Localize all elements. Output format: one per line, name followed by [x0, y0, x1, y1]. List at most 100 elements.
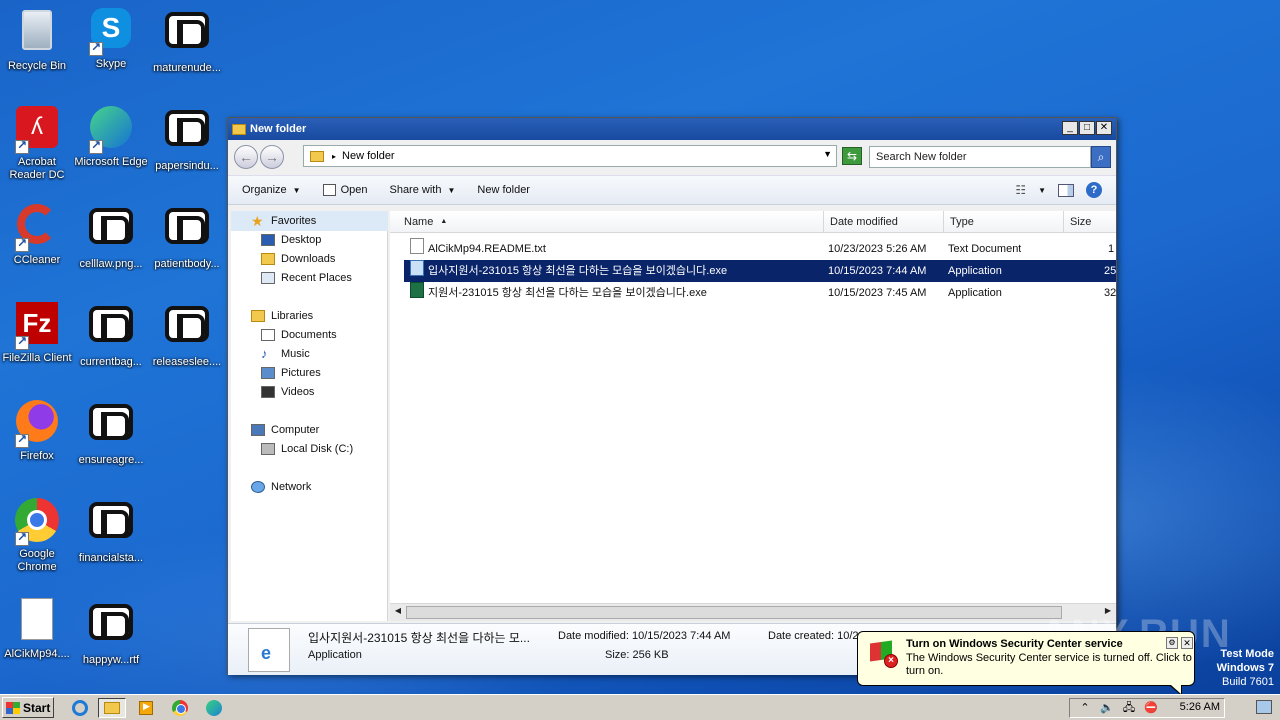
- desktop-icon-acrobat[interactable]: ʎ Acrobat Reader DC: [0, 104, 74, 182]
- chevron-down-icon[interactable]: ▼: [1038, 186, 1046, 195]
- desktop-icon-ccleaner[interactable]: CCleaner: [0, 202, 74, 267]
- desktop-icon-label: Microsoft Edge: [74, 156, 148, 168]
- file-row[interactable]: AlCikMp94.README.txt 10/23/2023 5:26 AM …: [404, 238, 1116, 260]
- search-icon[interactable]: ⌕: [1091, 146, 1111, 168]
- nav-recent-places[interactable]: Recent Places: [261, 272, 352, 284]
- address-bar[interactable]: ▸ New folder ▼: [303, 145, 837, 167]
- close-button[interactable]: ✕: [1096, 121, 1112, 135]
- desktop-icon-happyw[interactable]: happyw...rtf: [74, 598, 148, 667]
- file-row[interactable]: 지원서-231015 항상 최선을 다하는 모습을 보이겠습니다.exe 10/…: [404, 282, 1116, 304]
- back-button[interactable]: ←: [234, 145, 258, 169]
- clock[interactable]: 5:26 AM: [1180, 701, 1220, 713]
- desktop-icon-currentbag[interactable]: currentbag...: [74, 300, 148, 369]
- taskbar-chrome[interactable]: [166, 698, 194, 718]
- chevron-down-icon[interactable]: ▼: [823, 149, 832, 159]
- desktop-icon-edge[interactable]: Microsoft Edge: [74, 104, 148, 169]
- new-folder-label: New folder: [477, 184, 530, 196]
- desktop-icon-skype[interactable]: S Skype: [74, 6, 148, 71]
- desktop-icon-firefox[interactable]: Firefox: [0, 398, 74, 463]
- nav-label: Videos: [281, 386, 315, 398]
- nav-videos[interactable]: Videos: [261, 386, 314, 398]
- desktop-icon-alcikmp94[interactable]: AlCikMp94....: [0, 598, 74, 661]
- column-header-size[interactable]: Size: [1064, 211, 1116, 233]
- column-label: Type: [950, 216, 974, 228]
- file-row-selected[interactable]: 입사지원서-231015 항상 최선을 다하는 모습을 보이겠습니다.exe 1…: [404, 260, 1116, 282]
- nav-label: Documents: [281, 329, 337, 341]
- desktop-icon-maturenude[interactable]: maturenude...: [150, 6, 224, 75]
- desktop-icon-label: maturenude...: [153, 62, 221, 74]
- desktop-icon-ensureagre[interactable]: ensureagre...: [74, 398, 148, 467]
- explorer-window[interactable]: New folder _ □ ✕ ← → ▸ New folder ▼ ⇆ Se…: [227, 117, 1117, 675]
- show-hidden-icons-icon[interactable]: ⌃: [1078, 701, 1092, 715]
- media-player-icon: [139, 701, 153, 715]
- desktop-icon-chrome[interactable]: Google Chrome: [0, 496, 74, 574]
- view-options-icon[interactable]: ☷: [1015, 183, 1026, 197]
- desktop-icon-celllaw[interactable]: celllaw.png...: [74, 202, 148, 271]
- nav-label: Computer: [271, 424, 320, 436]
- taskbar-ie[interactable]: [66, 698, 94, 718]
- forward-button[interactable]: →: [260, 145, 284, 169]
- notification-title: Turn on Windows Security Center service: [906, 638, 1123, 650]
- desktop-icon-label: happyw...rtf: [82, 654, 140, 666]
- refresh-button[interactable]: ⇆: [842, 147, 862, 165]
- desktop-icon-papersindu[interactable]: papersindu...: [150, 104, 224, 173]
- start-button[interactable]: Start: [2, 697, 54, 718]
- file-size: 1: [1108, 243, 1115, 255]
- show-desktop-icon[interactable]: [1256, 700, 1272, 714]
- organize-button[interactable]: Organize ▼: [242, 184, 301, 196]
- column-header-name[interactable]: Name ▲: [390, 211, 824, 233]
- nav-desktop[interactable]: Desktop: [261, 234, 321, 246]
- nav-downloads[interactable]: Downloads: [261, 253, 335, 265]
- libraries-icon: [251, 310, 265, 322]
- taskbar-explorer[interactable]: [98, 698, 126, 718]
- security-alert-icon[interactable]: ⛔: [1144, 701, 1158, 715]
- column-header-type[interactable]: Type: [944, 211, 1064, 233]
- share-with-button[interactable]: Share with ▼: [389, 184, 455, 196]
- nav-computer[interactable]: Computer: [251, 424, 319, 436]
- chrome-icon: [13, 498, 61, 546]
- column-header-date-modified[interactable]: Date modified: [824, 211, 944, 233]
- notification-close-button[interactable]: ✕: [1181, 637, 1193, 649]
- desktop-icon-filezilla[interactable]: Fz FileZilla Client: [0, 300, 74, 365]
- network-tray-icon[interactable]: 🖧: [1122, 701, 1136, 715]
- search-input[interactable]: Search New folder: [869, 146, 1091, 168]
- desktop-icon-recycle-bin[interactable]: Recycle Bin: [0, 6, 74, 73]
- recycle-bin-icon: [13, 10, 61, 58]
- downloads-icon: [261, 253, 275, 265]
- taskbar-edge[interactable]: [200, 698, 228, 718]
- nav-local-disk[interactable]: Local Disk (C:): [261, 443, 353, 455]
- nav-libraries[interactable]: Libraries: [251, 310, 313, 322]
- details-file-type: Application: [308, 649, 362, 661]
- nav-network[interactable]: Network: [251, 481, 311, 493]
- desktop-icon-releaseslee[interactable]: releaseslee....: [150, 300, 224, 369]
- desktop-icon-financialsta[interactable]: financialsta...: [74, 496, 148, 565]
- desktop-icon-patientbody[interactable]: patientbody...: [150, 202, 224, 271]
- folder-icon: [232, 123, 246, 135]
- nav-documents[interactable]: Documents: [261, 329, 337, 341]
- horizontal-scrollbar[interactable]: ◀ ▶: [390, 603, 1116, 621]
- open-button[interactable]: Open: [322, 184, 367, 196]
- command-bar: Organize ▼ Open Share with ▼ New folder …: [228, 175, 1116, 205]
- text-file-icon: [410, 238, 424, 254]
- navigation-pane: ★ Favorites Desktop Downloads Recent Pla…: [231, 211, 388, 621]
- desktop-icon-label: currentbag...: [80, 356, 142, 368]
- minimize-button[interactable]: _: [1062, 121, 1078, 135]
- scrollbar-thumb[interactable]: [406, 606, 1062, 619]
- scroll-left-icon[interactable]: ◀: [392, 606, 404, 615]
- application-icon: [410, 260, 424, 276]
- test-mode-label: Test Mode Windows 7 Build 7601: [1217, 647, 1274, 689]
- security-flag-icon: ×: [870, 640, 898, 668]
- help-icon[interactable]: ?: [1086, 182, 1102, 198]
- nav-favorites[interactable]: ★ Favorites: [251, 214, 316, 228]
- nav-pictures[interactable]: Pictures: [261, 367, 321, 379]
- taskbar-media-player[interactable]: [132, 698, 160, 718]
- security-center-notification[interactable]: × Turn on Windows Security Center servic…: [857, 631, 1195, 696]
- maximize-button[interactable]: □: [1079, 121, 1095, 135]
- nav-music[interactable]: ♪ Music: [261, 347, 310, 360]
- ccleaner-icon: [13, 204, 61, 252]
- new-folder-button[interactable]: New folder: [477, 184, 530, 196]
- preview-pane-icon[interactable]: [1058, 183, 1074, 197]
- volume-icon[interactable]: 🔈: [1100, 701, 1114, 715]
- window-titlebar[interactable]: New folder: [228, 118, 1116, 140]
- notification-options-icon[interactable]: ⚙: [1166, 637, 1178, 649]
